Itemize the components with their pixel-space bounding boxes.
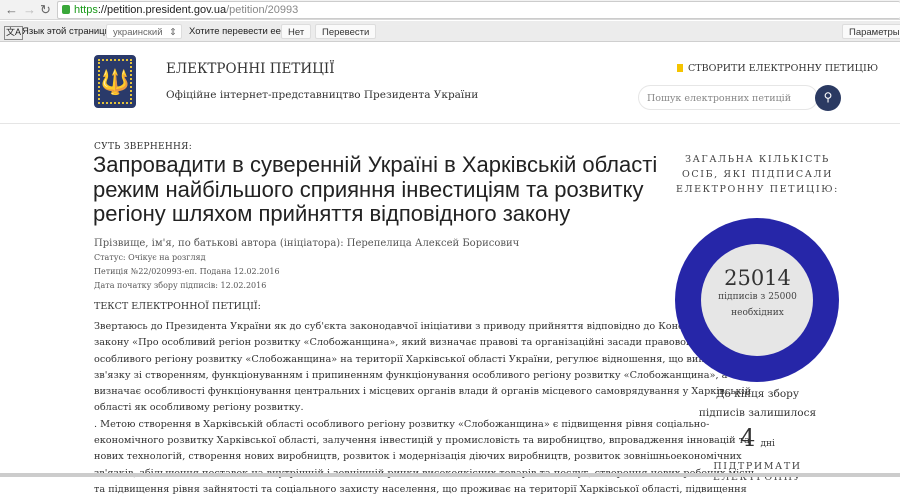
days-value: 4 — [740, 424, 755, 452]
text-line: нових технологій, створення нових виробн… — [94, 449, 674, 465]
petition-number: Петиція №22/020993-еп. Подана 12.02.2016 — [94, 267, 280, 276]
search-button[interactable]: ⚲ — [815, 85, 841, 111]
url-host: ://petition.president.gov.ua — [98, 4, 226, 16]
forward-icon[interactable]: → — [23, 2, 36, 17]
text-line: та підвищення рівня зайнятості та соціал… — [94, 482, 674, 498]
text-line: особливого регіону розвитку «Слобожанщин… — [94, 352, 674, 368]
address-bar[interactable]: https://petition.president.gov.ua/petiti… — [57, 1, 900, 19]
support-petition-heading: ПІДТРИМАТИ ЕЛЕКТРОННУ — [670, 461, 845, 483]
back-icon[interactable]: ← — [5, 2, 18, 17]
site-subtitle: Офіційне інтернет-представництво Президе… — [166, 89, 478, 101]
lock-icon — [62, 5, 70, 14]
no-button[interactable]: Нет — [281, 24, 311, 39]
text-line: закону «Про особливий регіон розвитку «С… — [94, 335, 674, 351]
search-input[interactable]: Пошук електронних петицій — [638, 85, 818, 110]
text-line: зв'язку зі створенням, функціонуванням і… — [94, 368, 674, 384]
select-arrows-icon: ⇕ — [169, 25, 177, 40]
section-label: СУТЬ ЗВЕРНЕННЯ: — [94, 142, 192, 152]
petition-text-label: ТЕКСТ ЕЛЕКТРОННОЇ ПЕТИЦІЇ: — [94, 301, 261, 312]
signatures-required: підписів з 25000 — [670, 292, 845, 302]
text-line: економічного розвитку Харківської област… — [94, 433, 674, 449]
language-label: Язык этой страницы — [22, 25, 111, 39]
text-line: визначає особливості функціонування цент… — [94, 384, 674, 400]
remaining-label: До кінця збору підписів залишилося — [670, 385, 845, 423]
signatures-heading: ЗАГАЛЬНА КІЛЬКІСТЬ ОСІБ, ЯКІ ПІДПИСАЛИ Е… — [670, 152, 845, 197]
days-remaining: 4 дні — [670, 424, 845, 452]
days-unit: дні — [760, 439, 774, 449]
reload-icon[interactable]: ↻ — [40, 2, 51, 18]
petition-start-date: Дата початку збору підписів: 12.02.2016 — [94, 281, 266, 290]
settings-button[interactable]: Параметры — [842, 24, 900, 39]
petition-status: Статус: Очікує на розгляд — [94, 253, 206, 262]
site-title[interactable]: ЕЛЕКТРОННІ ПЕТИЦІЇ — [166, 61, 335, 77]
document-icon — [677, 64, 683, 72]
petition-title: Запровадити в суверенній Україні в Харкі… — [93, 153, 663, 227]
translate-bar: 文A Язык этой страницы украинский ⇕ Хотите… — [0, 21, 900, 42]
signature-count: 25014 — [670, 266, 845, 290]
text-line: області як особливому регіону розвитку. — [94, 400, 674, 416]
coat-of-arms-logo[interactable]: 🔱 — [94, 55, 136, 108]
create-petition-link[interactable]: СТВОРИТИ ЕЛЕКТРОННУ ПЕТИЦІЮ — [677, 63, 878, 74]
text-line: Звертаюсь до Президента України як до су… — [94, 319, 674, 335]
translate-icon: 文A — [4, 26, 23, 40]
petition-text: Звертаюсь до Президента України як до су… — [94, 319, 674, 498]
signatures-required-suffix: необхідних — [670, 308, 845, 318]
translate-question: Хотите перевести ее? — [189, 25, 286, 39]
url-scheme: https — [74, 4, 98, 16]
browser-toolbar: ← → ↻ https://petition.president.gov.ua/… — [0, 0, 900, 20]
create-petition-label: СТВОРИТИ ЕЛЕКТРОННУ ПЕТИЦІЮ — [688, 63, 878, 74]
url-path: /petition/20993 — [226, 4, 298, 16]
petition-author: Прізвище, ім'я, по батькові автора (ініц… — [94, 238, 519, 249]
language-value: украинский — [113, 27, 163, 38]
text-line: . Метою створення в Харківській області … — [94, 417, 674, 433]
translate-button[interactable]: Перевести — [315, 24, 376, 39]
search-icon: ⚲ — [824, 90, 833, 104]
window-bottom-edge — [0, 473, 900, 477]
language-select[interactable]: украинский ⇕ — [106, 24, 182, 39]
